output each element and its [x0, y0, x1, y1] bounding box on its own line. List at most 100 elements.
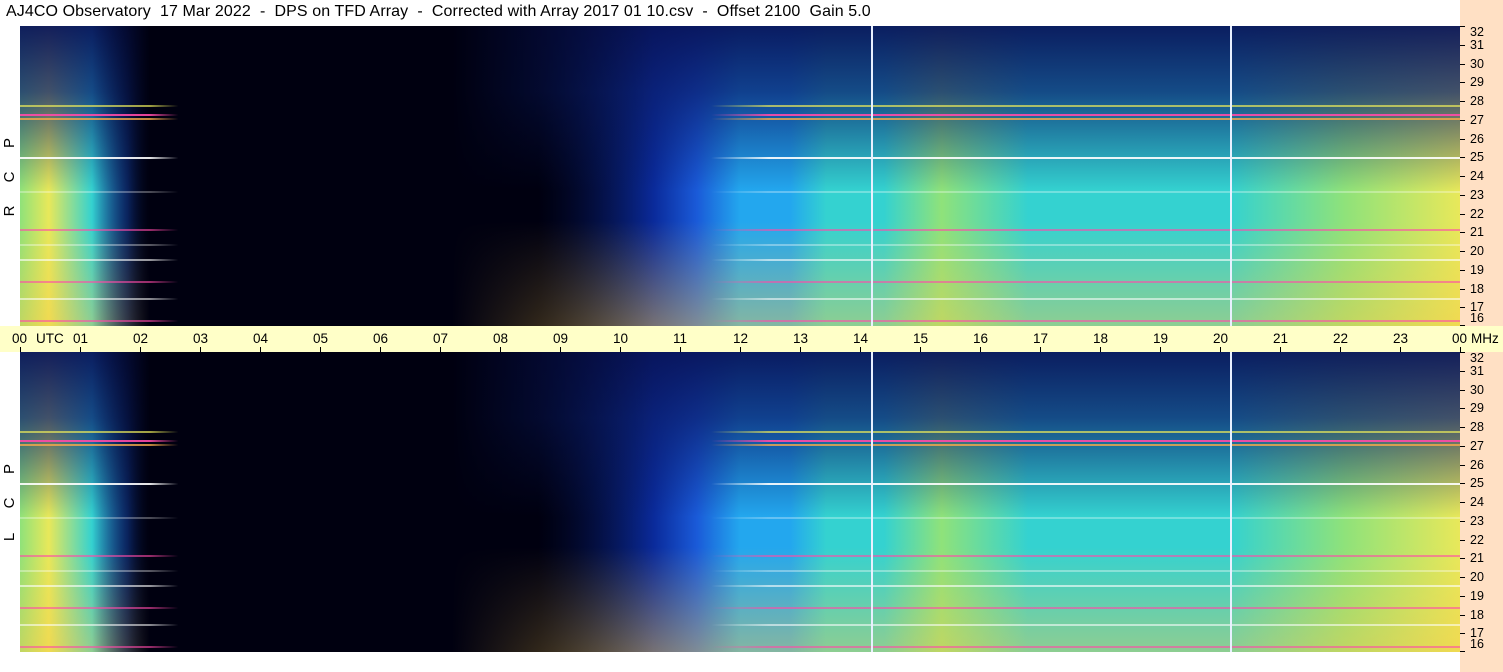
frequency-tick [1460, 595, 1465, 597]
frequency-tick [1460, 307, 1465, 309]
time-tick-label: 20 [1213, 331, 1229, 346]
time-tick-label: 15 [913, 331, 929, 346]
interference-band [20, 243, 1460, 246]
time-axis: 00 01 02 03 04 05 06 07 08 09 10 11 12 13 14 15 16 17 18 19… [0, 326, 1503, 352]
frequency-tick-label: 25 [1470, 150, 1484, 165]
frequency-tick-label: 27 [1470, 438, 1484, 453]
frequency-tick-label: 31 [1470, 363, 1484, 378]
frequency-tick-label: 26 [1470, 457, 1484, 472]
frequency-tick-label: 29 [1470, 401, 1484, 416]
scale-corner-bottom [1460, 652, 1503, 672]
polarization-label-rcp: PCR [0, 26, 20, 326]
time-tick-label: 14 [853, 331, 869, 346]
frequency-tick [1460, 194, 1465, 196]
time-tick-label: 00 [12, 331, 28, 346]
frequency-tick [1460, 138, 1465, 140]
frequency-scale-rcp: 32 31 30 29 28 27 26 25 24 23 22 21 20 19 18 17 16 [1460, 26, 1503, 326]
frequency-tick-label: 23 [1470, 513, 1484, 528]
frequency-tick [1460, 119, 1465, 121]
footer-margin [0, 652, 1460, 672]
frequency-tick-label: 20 [1470, 244, 1484, 258]
frequency-tick [1460, 63, 1465, 65]
interference-band [20, 623, 1460, 626]
interference-band [20, 297, 1460, 300]
interference-band [20, 646, 1460, 649]
frequency-tick [1460, 288, 1465, 290]
frequency-tick [1460, 157, 1465, 159]
polarization-letters: PCL [0, 452, 20, 554]
interference-band [20, 440, 1460, 443]
frequency-tick [1460, 82, 1465, 84]
frequency-tick [1460, 464, 1465, 466]
frequency-tick [1460, 389, 1465, 391]
frequency-tick [1460, 614, 1465, 616]
time-tick-label: 22 [1333, 331, 1349, 346]
interference-band [20, 607, 1460, 609]
frequency-unit-label: MHz [1471, 331, 1499, 346]
time-marker-line [1230, 26, 1233, 326]
time-tick-label: 19 [1153, 331, 1169, 346]
chart-title: AJ4CO Observatory 17 Mar 2022 - DPS on T… [6, 3, 871, 20]
interference-band [20, 157, 1460, 160]
interference-band [20, 569, 1460, 572]
interference-band [20, 228, 1460, 231]
polarization-letters: PCR [0, 126, 20, 228]
frequency-tick [1460, 213, 1465, 215]
frequency-tick [1460, 539, 1465, 541]
time-marker-line [1230, 352, 1233, 652]
frequency-tick [1460, 370, 1465, 372]
time-tick-label: 21 [1273, 331, 1289, 346]
interference-band [20, 430, 1460, 433]
frequency-tick [1460, 483, 1465, 485]
frequency-tick-label: 23 [1470, 187, 1484, 202]
frequency-tick-label: 30 [1470, 382, 1484, 397]
frequency-tick-label: 21 [1470, 551, 1484, 566]
frequency-tick-label: 19 [1470, 588, 1484, 603]
frequency-tick [1460, 269, 1465, 271]
frequency-tick [1460, 520, 1465, 522]
time-tick-label: 09 [553, 331, 569, 346]
time-tick-label: 04 [253, 331, 269, 346]
frequency-tick-label: 24 [1470, 495, 1484, 509]
time-tick-label: 10 [613, 331, 629, 346]
frequency-tick-label: 25 [1470, 476, 1484, 491]
frequency-tick-label: 16 [1470, 637, 1484, 651]
time-tick-label: 17 [1033, 331, 1049, 346]
frequency-tick [1460, 251, 1465, 252]
time-tick-label: 11 [673, 331, 688, 346]
scale-corner [1460, 0, 1503, 26]
interference-band [20, 554, 1460, 557]
frequency-tick-label: 30 [1470, 56, 1484, 71]
time-tick-label: 08 [493, 331, 509, 346]
frequency-tick [1460, 44, 1465, 46]
frequency-tick-label: 18 [1470, 281, 1484, 296]
time-tick-label: 03 [193, 331, 209, 346]
frequency-tick [1460, 352, 1465, 353]
time-tick-label: 02 [133, 331, 149, 346]
frequency-tick [1460, 577, 1465, 578]
frequency-tick-label: 20 [1470, 570, 1484, 584]
interference-band [20, 258, 1460, 261]
frequency-tick-label: 26 [1470, 131, 1484, 146]
polarization-label-lcp: PCL [0, 352, 20, 652]
frequency-tick-label: 28 [1470, 420, 1484, 434]
frequency-tick [1460, 633, 1465, 635]
frequency-tick-label: 29 [1470, 75, 1484, 90]
time-marker-line [870, 352, 873, 652]
interference-band [20, 114, 1460, 117]
time-unit-label: UTC [36, 331, 64, 346]
frequency-tick-label: 18 [1470, 607, 1484, 622]
interference-band [20, 443, 1460, 446]
time-tick-label: 12 [733, 331, 749, 346]
frequency-tick [1460, 502, 1465, 503]
frequency-tick [1460, 558, 1465, 560]
frequency-tick [1460, 176, 1465, 177]
frequency-tick-label: 31 [1470, 37, 1484, 52]
frequency-tick [1460, 101, 1465, 102]
time-tick-label: 13 [793, 331, 809, 346]
time-tick-label: 16 [973, 331, 989, 346]
time-tick-label: 23 [1393, 331, 1409, 346]
frequency-tick [1460, 445, 1465, 447]
time-tick-label: 05 [313, 331, 329, 346]
interference-band [20, 517, 1460, 519]
